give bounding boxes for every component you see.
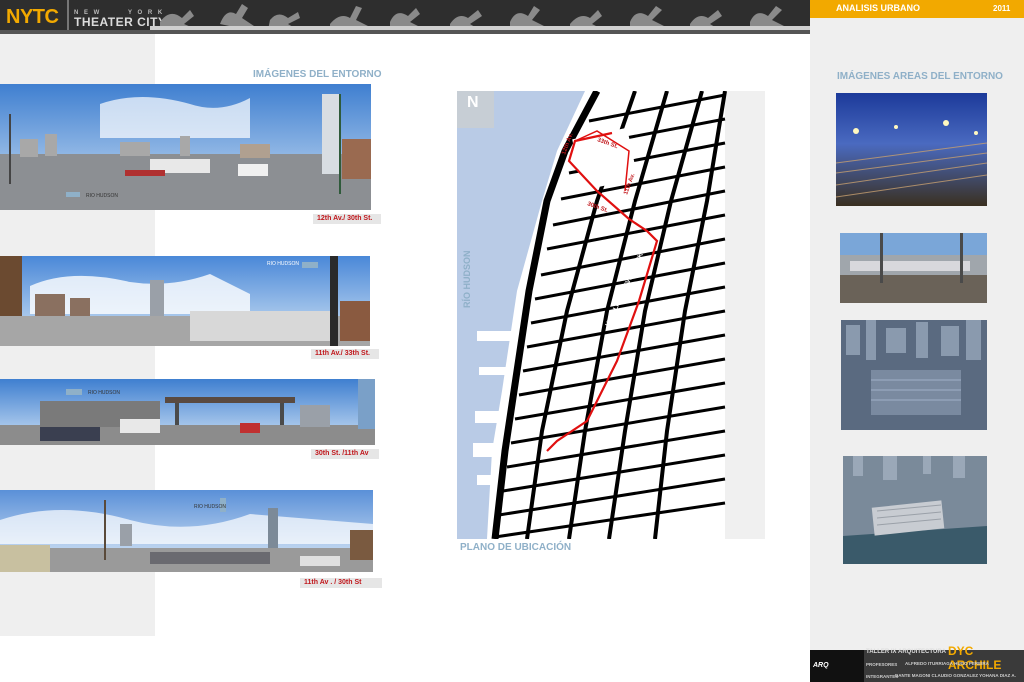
right-section-label: IMÁGENES AREAS DEL ENTORNO bbox=[837, 71, 1003, 82]
photo-3-caption: 30th St. /11th Av bbox=[311, 449, 379, 459]
footer-row1-label: PROFESORES bbox=[866, 662, 898, 667]
photo-11th-av-30th-st bbox=[0, 490, 373, 572]
photo-4-river-tag: RIO HUDSON bbox=[194, 504, 226, 510]
nytc-logo: NYTC bbox=[6, 6, 59, 28]
map-caption: PLANO DE UBICACIÓN bbox=[460, 542, 572, 553]
right-title: ANALISIS URBANO bbox=[836, 3, 921, 13]
photo-11th-av-33th-st bbox=[0, 256, 370, 346]
logo-separator bbox=[67, 0, 69, 30]
location-map: 12th Av. 33th St. 11th Av. 30th St. HIGH… bbox=[457, 91, 765, 539]
right-year: 2011 bbox=[993, 4, 1011, 13]
left-section-label: IMÁGENES DEL ENTORNO bbox=[253, 69, 382, 80]
photo-4-caption: 11th Av . / 30th St bbox=[300, 578, 382, 588]
aerial-photo-trains bbox=[840, 233, 987, 303]
river-hudson-label: RÍO HUDSON bbox=[462, 250, 472, 308]
footer-logo: ARQ bbox=[813, 662, 829, 669]
footer-row2-names: DANTE MAGONI CLAUDIO GONZALEZ YOHANA DIA… bbox=[895, 673, 1016, 678]
photo-1-caption: 12th Av./ 30th St. bbox=[313, 214, 381, 224]
footer-taller: TALLER IX ARQUITECTURA bbox=[866, 649, 946, 655]
aerial-photo-yard-river bbox=[843, 456, 987, 564]
north-letter: N bbox=[467, 94, 479, 111]
photo-30th-st-11th-av bbox=[0, 379, 375, 445]
photo-3-river-tag: RIO HUDSON bbox=[88, 390, 120, 396]
photo-12th-av-30th-st bbox=[0, 84, 371, 210]
aerial-photo-city bbox=[841, 320, 987, 430]
photo-2-caption: 11th Av./ 33th St. bbox=[311, 349, 379, 359]
dancer-silhouettes-banner bbox=[150, 4, 810, 30]
footer-row1-names: ALFREDO ITURRIAGA HUGO PEREIRA bbox=[905, 661, 989, 666]
aerial-photo-rail-yard-night bbox=[836, 93, 987, 206]
footer-row2-label: INTEGRANTES bbox=[866, 674, 899, 679]
photo-2-river-tag: RIO HUDSON bbox=[267, 261, 299, 267]
photo-1-river-tag: RIO HUDSON bbox=[86, 193, 118, 199]
footer-brand: DYC ARCHILE bbox=[948, 644, 1002, 672]
